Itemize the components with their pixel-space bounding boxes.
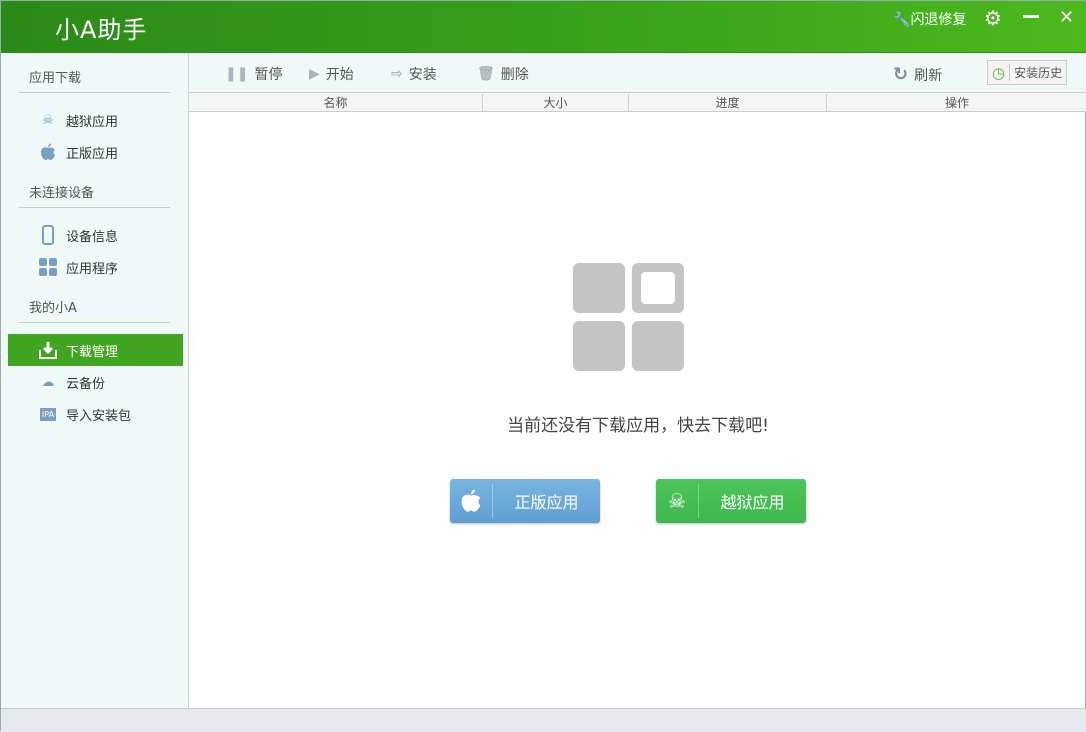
clock-icon: ◷: [992, 63, 1006, 82]
install-icon: ⇨: [391, 66, 403, 82]
sidebar-item-applications[interactable]: 应用程序: [8, 251, 183, 283]
official-apps-button[interactable]: 正版应用: [450, 479, 600, 523]
crash-repair-button[interactable]: 🔧闪退修复: [893, 9, 966, 29]
apple-icon: [450, 484, 493, 518]
close-icon[interactable]: ✕: [1059, 7, 1074, 28]
table-header: 名称 大小 进度 操作: [189, 93, 1086, 112]
divider: [19, 207, 170, 208]
divider: [19, 322, 170, 323]
status-bar: [1, 708, 1086, 732]
minimize-icon[interactable]: [1023, 15, 1039, 18]
start-button[interactable]: ▶ 开始: [309, 64, 354, 84]
column-name[interactable]: 名称: [189, 94, 483, 112]
column-progress[interactable]: 进度: [629, 94, 827, 112]
install-button[interactable]: ⇨ 安装: [391, 64, 437, 84]
sidebar-item-download-manager[interactable]: 下载管理: [8, 334, 183, 366]
trash-icon: 🗑: [477, 66, 495, 82]
pause-icon: ❚❚: [225, 66, 249, 82]
download-icon: [38, 340, 58, 360]
empty-message: 当前还没有下载应用，快去下载吧!: [507, 416, 769, 436]
sidebar-item-cloud-backup[interactable]: ☁ 云备份: [8, 366, 183, 398]
section-my-xiaoa: 我的小A: [29, 301, 77, 316]
delete-button[interactable]: 🗑 删除: [477, 64, 529, 84]
section-device: 未连接设备: [29, 186, 95, 201]
jailbreak-skull-icon: ☠: [656, 484, 699, 518]
cloud-upload-icon: ☁: [41, 374, 55, 390]
title-bar: 小A助手 🔧闪退修复 ⚙ ✕: [1, 1, 1086, 53]
wrench-icon: 🔧: [893, 12, 911, 28]
section-app-download: 应用下载: [29, 71, 82, 86]
settings-gear-icon[interactable]: ⚙: [984, 6, 1002, 30]
pause-button[interactable]: ❚❚ 暂停: [225, 64, 282, 84]
install-history-button[interactable]: ◷ 安装历史: [987, 60, 1068, 85]
column-size[interactable]: 大小: [483, 94, 629, 112]
refresh-icon: ↻: [893, 64, 909, 85]
toolbar: ❚❚ 暂停 ▶ 开始 ⇨ 安装 🗑 删除 ↻ 刷新 ◷ 安装历史: [189, 53, 1086, 93]
ipa-icon: IPA: [39, 407, 57, 421]
apps-grid-icon: [38, 257, 58, 277]
sidebar-item-device-info[interactable]: 设备信息: [8, 219, 183, 251]
refresh-button[interactable]: ↻ 刷新: [893, 64, 942, 85]
jailbreak-apps-button[interactable]: ☠ 越狱应用: [656, 479, 806, 523]
phone-icon: [38, 225, 58, 245]
sidebar-item-official-apps[interactable]: 正版应用: [8, 136, 183, 168]
jailbreak-apple-icon: ☠: [42, 112, 54, 128]
sidebar-item-jailbreak-apps[interactable]: ☠ 越狱应用: [8, 104, 183, 136]
sidebar: 应用下载 ☠ 越狱应用 正版应用 未连接设备 设备信息 应用程序 我的小A 下载管…: [1, 53, 189, 708]
apple-icon: [38, 142, 58, 162]
column-actions[interactable]: 操作: [827, 94, 1086, 112]
sidebar-item-import-ipa[interactable]: IPA 导入安装包: [8, 398, 183, 430]
divider: [19, 92, 170, 93]
play-icon: ▶: [309, 66, 320, 82]
app-logo: 小A助手: [55, 16, 148, 44]
